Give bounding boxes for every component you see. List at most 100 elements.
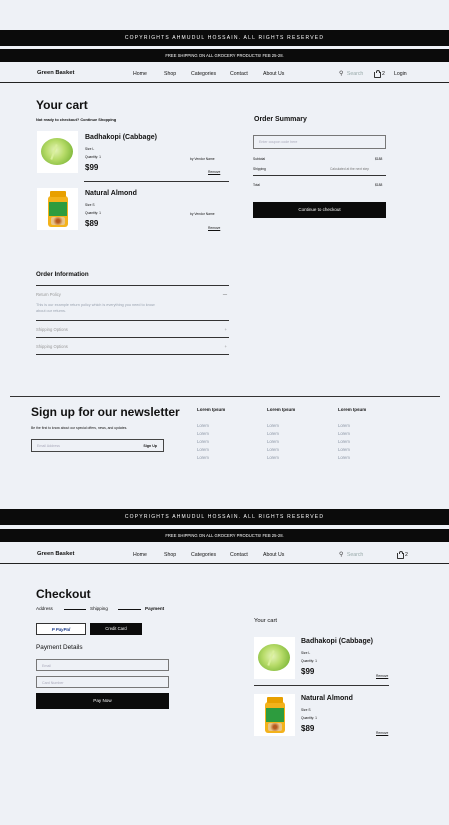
card-number-field[interactable]: Card Number xyxy=(36,676,169,688)
cart-icon[interactable] xyxy=(374,69,381,78)
pay-now-button[interactable]: Pay Now xyxy=(36,693,169,709)
search-icon: ⚲ xyxy=(339,71,344,77)
coupon-input[interactable]: Enter coupon code here xyxy=(253,135,386,149)
footer-link[interactable]: Lorem xyxy=(197,455,209,460)
step-address[interactable]: Address xyxy=(36,606,53,611)
navbar: Green Basket Home Shop Categories Contac… xyxy=(0,545,449,564)
footer-link[interactable]: Lorem xyxy=(197,423,209,428)
paypal-label: PayPal xyxy=(55,627,71,632)
remove-button[interactable]: Remove xyxy=(376,731,388,735)
remove-button[interactable]: Remove xyxy=(208,226,220,230)
footer-link[interactable]: Lorem xyxy=(197,447,209,452)
search-placeholder: Search xyxy=(346,71,364,77)
nav-categories[interactable]: Categories xyxy=(191,71,216,77)
search-placeholder: Search xyxy=(346,552,364,558)
card-placeholder: Card Number xyxy=(42,680,64,685)
search-input[interactable]: ⚲ Search xyxy=(339,70,363,77)
product-image-almond[interactable] xyxy=(254,694,295,736)
step-shipping[interactable]: Shipping xyxy=(90,606,108,611)
product-image-cabbage[interactable] xyxy=(37,131,78,173)
product-quantity: Quantity: 1 xyxy=(301,659,317,663)
navbar: Green Basket Home Shop Categories Contac… xyxy=(0,64,449,83)
cart-count: 2 xyxy=(405,551,408,558)
accordion-shipping-options[interactable]: Shipping Options + xyxy=(36,344,229,349)
step-line xyxy=(64,609,86,610)
cart-icon[interactable] xyxy=(397,550,404,559)
email-field[interactable]: Email xyxy=(36,659,169,671)
search-input[interactable]: ⚲ Search xyxy=(339,551,363,558)
divider xyxy=(253,175,386,176)
product-image-almond[interactable] xyxy=(37,188,78,230)
plus-icon[interactable]: + xyxy=(225,327,227,332)
nav-contact[interactable]: Contact xyxy=(230,552,248,558)
copyright-bar: COPYRIGHTS AHMUDUL HOSSAIN. ALL RIGHTS R… xyxy=(0,509,449,525)
footer-link[interactable]: Lorem xyxy=(267,423,279,428)
product-price: $89 xyxy=(301,724,315,733)
search-icon: ⚲ xyxy=(339,552,344,558)
nav-home[interactable]: Home xyxy=(133,552,147,558)
continue-checkout-button[interactable]: Continue to checkout xyxy=(253,202,386,218)
nav-shop[interactable]: Shop xyxy=(164,552,176,558)
accordion-shipping-options[interactable]: Shipping Options + xyxy=(36,327,229,332)
copyright-bar: COPYRIGHTS AHMUDUL HOSSAIN. ALL RIGHTS R… xyxy=(0,30,449,46)
footer-link[interactable]: Lorem xyxy=(338,431,350,436)
payment-details-title: Payment Details xyxy=(36,644,83,651)
shipping-banner: FREE SHIPPING ON ALL GROCERY PRODUCTS! F… xyxy=(0,529,449,542)
paypal-button[interactable]: P PayPal xyxy=(36,623,86,635)
total-label: Total xyxy=(253,183,260,187)
minus-icon[interactable]: — xyxy=(223,292,227,297)
footer-divider xyxy=(10,396,440,397)
shipping-label: Shipping xyxy=(253,167,266,171)
product-name[interactable]: Badhakopi (Cabbage) xyxy=(85,134,157,141)
copyright-text: COPYRIGHTS AHMUDUL HOSSAIN. ALL RIGHTS R… xyxy=(124,514,325,520)
footer-link[interactable]: Lorem xyxy=(197,439,209,444)
newsletter-email-input[interactable]: Email Address Sign Up xyxy=(31,439,164,452)
product-size: Size S xyxy=(85,203,95,207)
subtotal-value: $188 xyxy=(375,157,383,161)
footer-link[interactable]: Lorem xyxy=(338,439,350,444)
product-name[interactable]: Badhakopi (Cabbage) xyxy=(301,638,373,645)
remove-button[interactable]: Remove xyxy=(376,674,388,678)
nav-home[interactable]: Home xyxy=(133,71,147,77)
email-placeholder: Email Address xyxy=(37,444,60,448)
step-payment[interactable]: Payment xyxy=(145,606,164,611)
nav-about[interactable]: About Us xyxy=(263,71,284,77)
footer-link[interactable]: Lorem xyxy=(267,431,279,436)
footer-link[interactable]: Lorem xyxy=(338,447,350,452)
return-text-line: about our returns. xyxy=(36,308,66,313)
divider xyxy=(84,181,229,182)
cart-subtitle[interactable]: Not ready to checkout? Continue Shopping xyxy=(36,117,116,122)
footer-link[interactable]: Lorem xyxy=(338,423,350,428)
credit-card-button[interactable]: Credit Card xyxy=(90,623,142,635)
remove-button[interactable]: Remove xyxy=(208,170,220,174)
brand-logo[interactable]: Green Basket xyxy=(37,70,74,76)
paypal-icon: P xyxy=(51,627,55,632)
nav-about[interactable]: About Us xyxy=(263,552,284,558)
accordion-return-policy[interactable]: Return Policy — xyxy=(36,292,229,297)
product-price: $99 xyxy=(85,163,99,172)
footer-col-heading: Lorem Ipsum xyxy=(267,407,296,412)
footer-link[interactable]: Lorem xyxy=(197,431,209,436)
product-name[interactable]: Natural Almond xyxy=(301,695,353,702)
footer-link[interactable]: Lorem xyxy=(267,439,279,444)
accordion-title: Shipping Options xyxy=(36,344,68,349)
accordion-title: Return Policy xyxy=(36,292,61,297)
nav-shop[interactable]: Shop xyxy=(164,71,176,77)
nav-categories[interactable]: Categories xyxy=(191,552,216,558)
product-name[interactable]: Natural Almond xyxy=(85,190,137,197)
product-quantity: Quantity: 1 xyxy=(85,155,101,159)
product-image-cabbage[interactable] xyxy=(254,637,295,679)
signup-button[interactable]: Sign Up xyxy=(143,444,157,448)
product-size: Size L xyxy=(301,651,311,655)
footer-link[interactable]: Lorem xyxy=(338,455,350,460)
divider xyxy=(36,337,229,338)
plus-icon[interactable]: + xyxy=(225,344,227,349)
footer-col-heading: Lorem Ipsum xyxy=(338,407,367,412)
copyright-text: COPYRIGHTS AHMUDUL HOSSAIN. ALL RIGHTS R… xyxy=(124,35,325,41)
footer-link[interactable]: Lorem xyxy=(267,447,279,452)
brand-logo[interactable]: Green Basket xyxy=(37,551,74,557)
login-link[interactable]: Login xyxy=(394,71,407,77)
nav-contact[interactable]: Contact xyxy=(230,71,248,77)
accordion-title: Shipping Options xyxy=(36,327,68,332)
footer-link[interactable]: Lorem xyxy=(267,455,279,460)
